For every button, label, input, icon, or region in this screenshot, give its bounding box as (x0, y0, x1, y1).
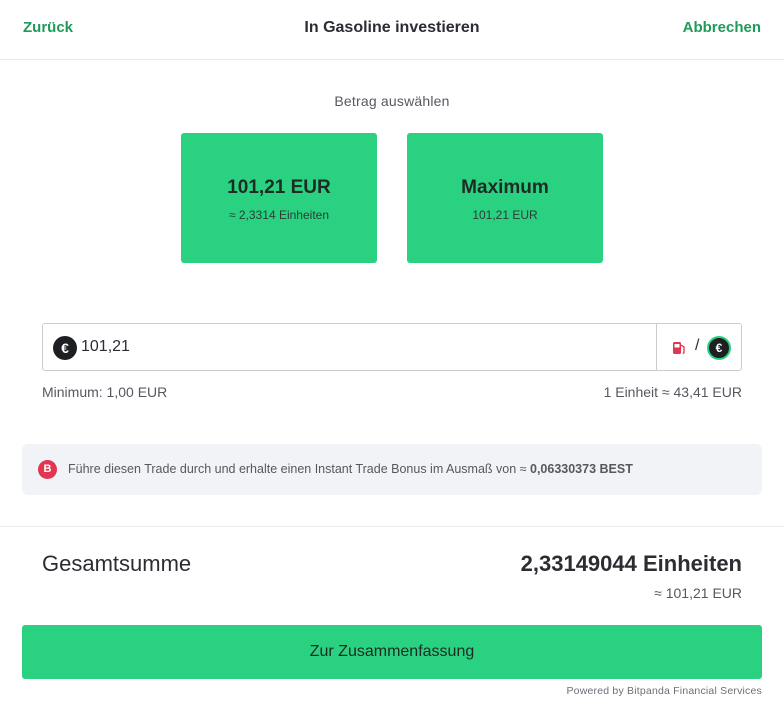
trade-bonus-banner: B Führe diesen Trade durch und erhalte e… (22, 444, 762, 495)
unit-rate: 1 Einheit ≈ 43,41 EUR (603, 384, 742, 400)
minimum-amount: Minimum: 1,00 EUR (42, 384, 168, 400)
header: Zurück In Gasoline investieren Abbrechen (0, 0, 784, 60)
bonus-amount: 0,06330373 BEST (530, 462, 633, 476)
euro-icon: € (53, 336, 77, 360)
amount-option-value: 101,21 EUR (227, 177, 331, 198)
total-units: 2,33149044 Einheiten (520, 551, 742, 576)
amount-option-units: 101,21 EUR (472, 208, 538, 222)
euro-icon: € (707, 336, 731, 360)
bonus-description: Führe diesen Trade durch und erhalte ein… (68, 462, 530, 476)
powered-by: Powered by Bitpanda Financial Services (566, 685, 762, 697)
bonus-text: Führe diesen Trade durch und erhalte ein… (68, 462, 633, 476)
cancel-button[interactable]: Abbrechen (683, 19, 761, 36)
amount-select-label: Betrag auswählen (334, 93, 450, 109)
amount-input[interactable] (81, 330, 641, 364)
amount-option-units: ≈ 2,3314 Einheiten (229, 208, 329, 222)
fuel-pump-icon (673, 342, 685, 355)
amount-option-value: Maximum (461, 177, 549, 198)
currency-switch[interactable]: / € (656, 324, 741, 370)
total-eur: ≈ 101,21 EUR (654, 585, 742, 601)
total-label: Gesamtsumme (42, 551, 192, 576)
switch-separator: / (695, 337, 700, 354)
amount-option-maximum[interactable]: Maximum 101,21 EUR (407, 133, 603, 263)
amount-option-full[interactable]: 101,21 EUR ≈ 2,3314 Einheiten (181, 133, 377, 263)
amount-field: € / € (42, 323, 742, 371)
best-token-icon: B (38, 460, 57, 479)
page-title: In Gasoline investieren (304, 19, 480, 36)
divider (0, 526, 784, 527)
summary-button[interactable]: Zur Zusammenfassung (22, 625, 762, 679)
